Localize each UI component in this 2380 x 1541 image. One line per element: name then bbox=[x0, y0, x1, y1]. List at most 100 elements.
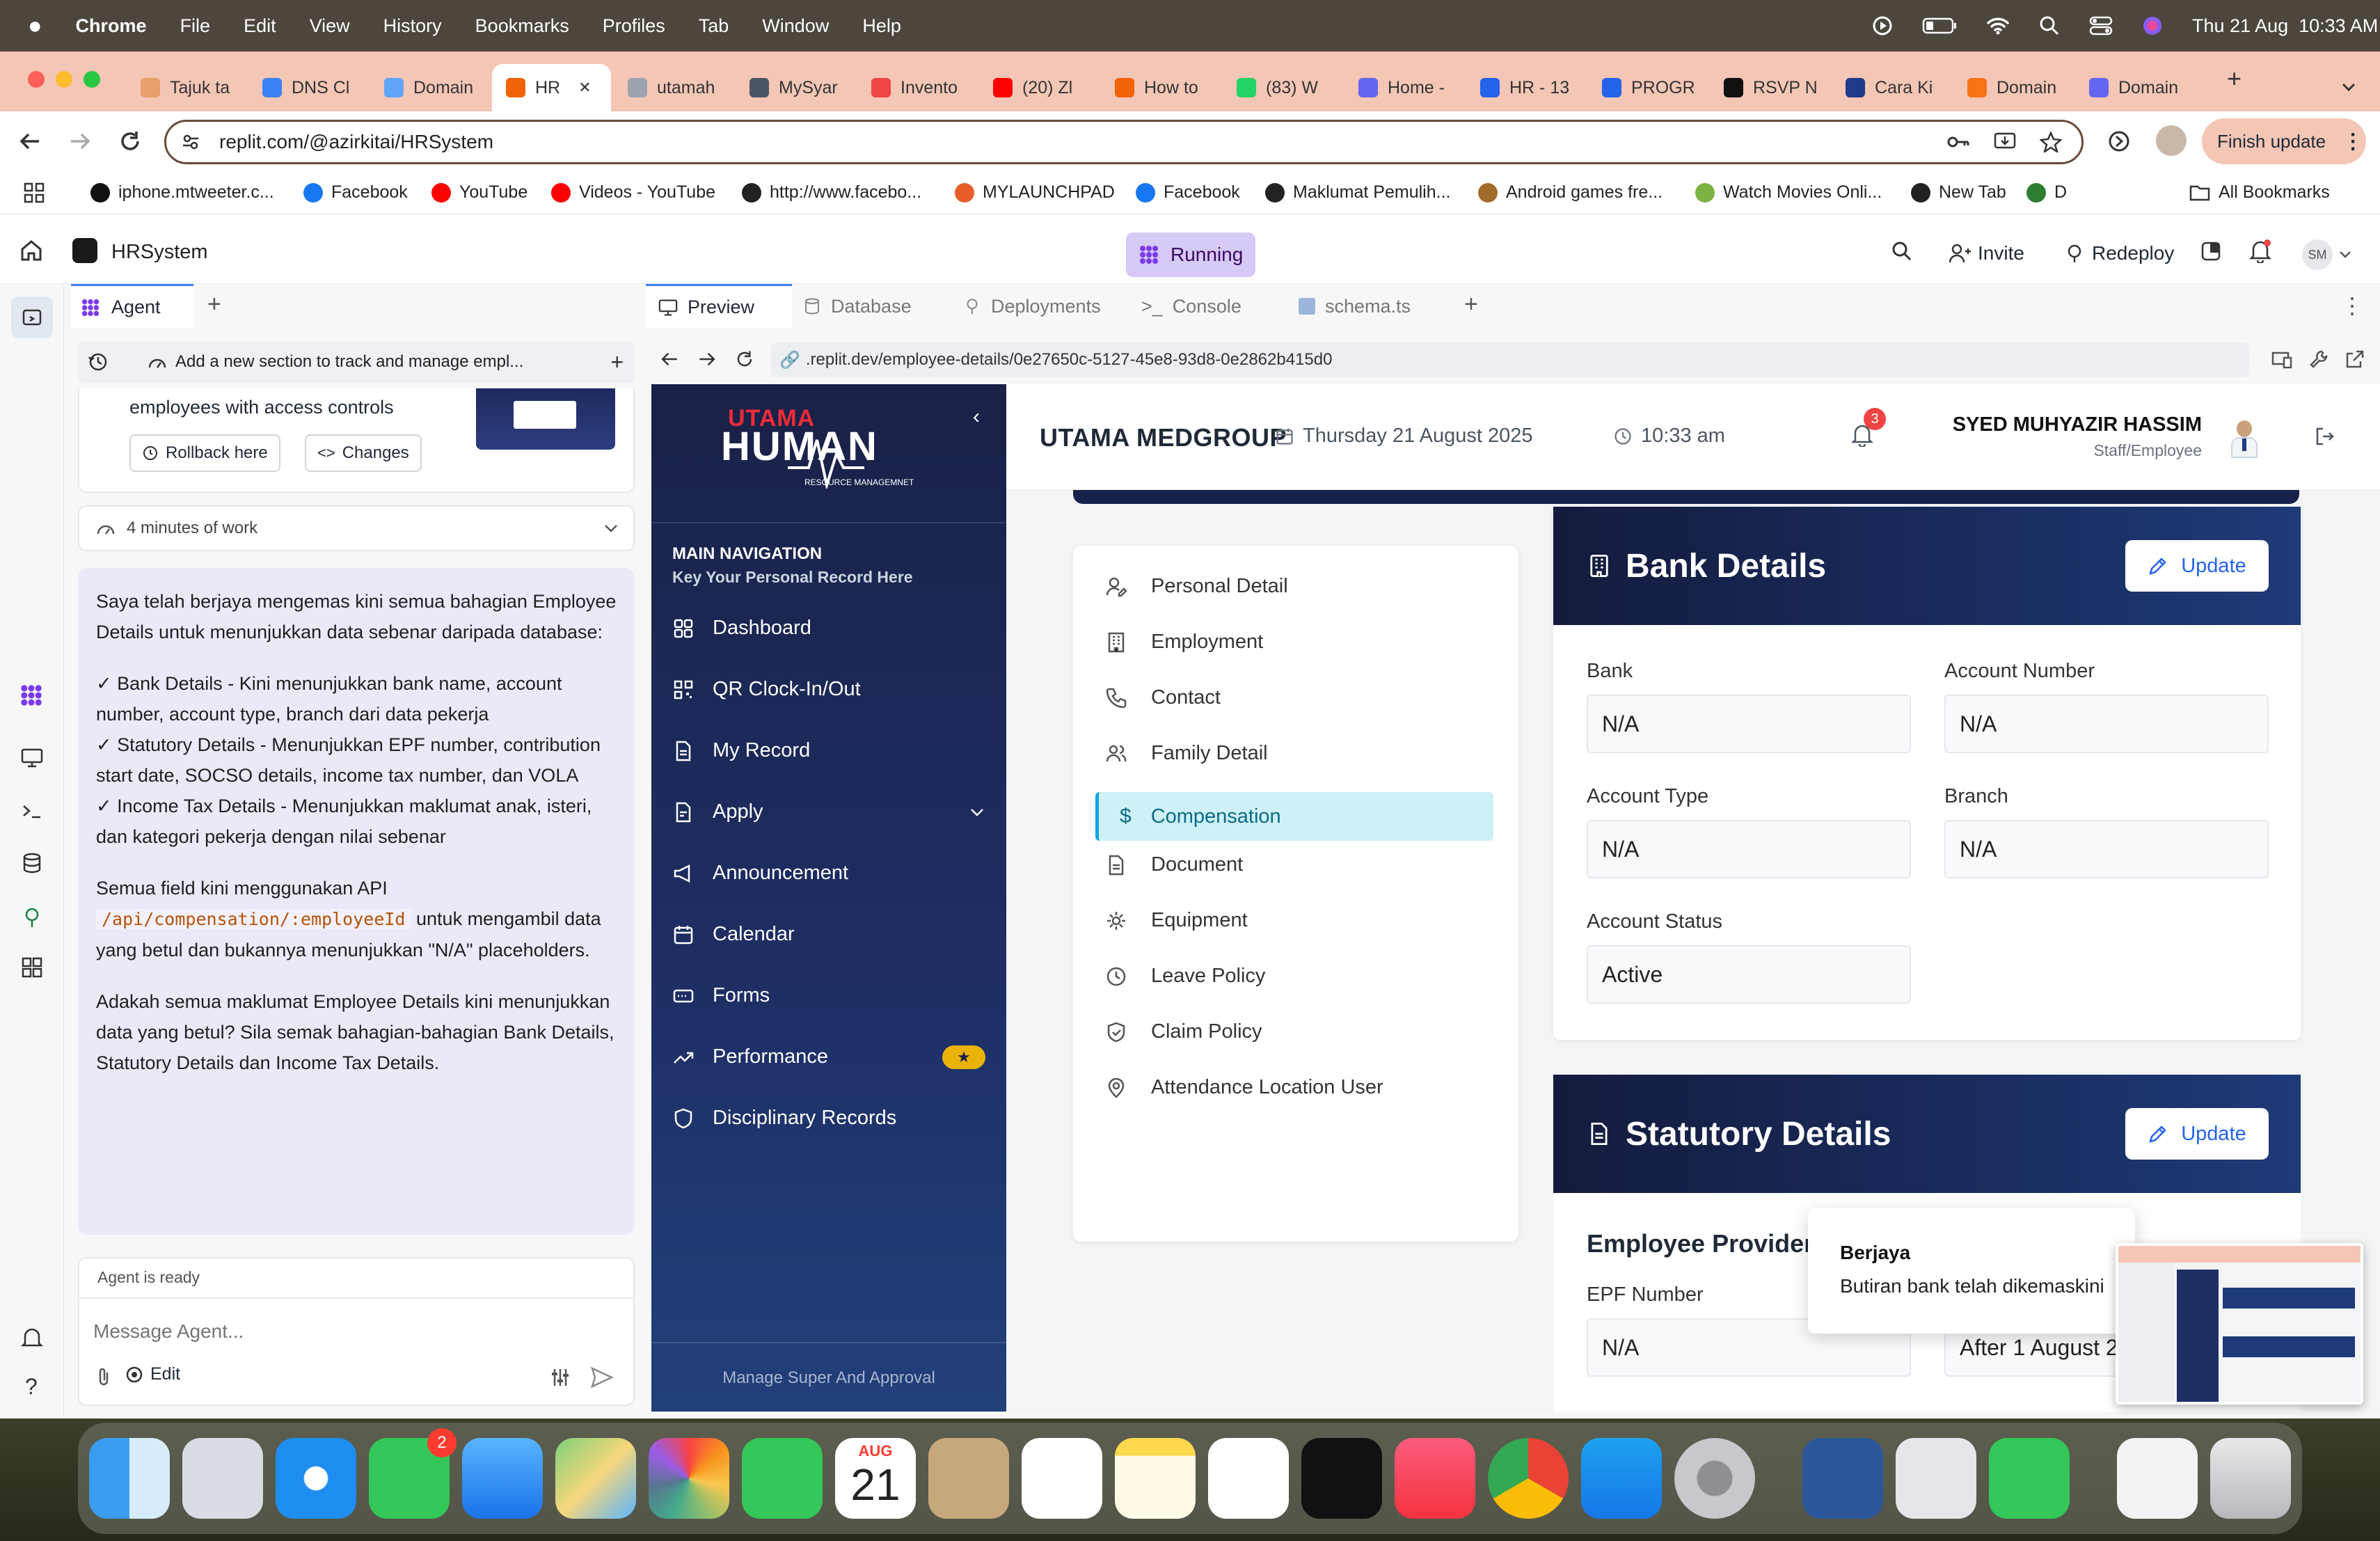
statutory-update-button[interactable]: Update bbox=[2125, 1108, 2269, 1160]
nav-announcement[interactable]: Announcement bbox=[672, 862, 848, 885]
all-bookmarks-folder[interactable]: All Bookmarks bbox=[2189, 182, 2330, 203]
extensions-icon[interactable] bbox=[2107, 129, 2131, 153]
photos-icon[interactable] bbox=[649, 1438, 729, 1519]
menu-attendance-location[interactable]: Attendance Location User bbox=[1105, 1076, 1383, 1099]
control-center-icon[interactable] bbox=[2089, 15, 2113, 36]
redeploy-button[interactable]: Redeploy bbox=[2053, 231, 2186, 276]
freeform-icon[interactable] bbox=[1208, 1438, 1289, 1519]
screenshot-thumbnail[interactable] bbox=[2116, 1243, 2363, 1405]
nav-disciplinary[interactable]: Disciplinary Records bbox=[672, 1107, 896, 1130]
word-icon[interactable] bbox=[1802, 1438, 1883, 1519]
hr-logo[interactable]: UTAMA HUMAN RESOURCE MANAGEMNET bbox=[721, 405, 930, 496]
address-bar[interactable]: replit.com/@azirkitai/HRSystem bbox=[164, 120, 2084, 164]
menu-document[interactable]: Document bbox=[1105, 853, 1243, 876]
bookmark-item[interactable]: New Tab bbox=[1911, 182, 2006, 203]
task-title[interactable]: Add a new section to track and manage em… bbox=[175, 352, 523, 372]
address-bar-url[interactable]: replit.com/@azirkitai/HRSystem bbox=[219, 131, 493, 153]
help-icon[interactable]: ? bbox=[25, 1374, 38, 1400]
profile-avatar[interactable] bbox=[2156, 125, 2187, 156]
chrome-icon[interactable] bbox=[1488, 1438, 1569, 1519]
bookmark-item[interactable]: MYLAUNCHPAD bbox=[955, 182, 1115, 203]
apple-icon[interactable]: ● bbox=[28, 13, 42, 40]
user-avatar-image[interactable] bbox=[2227, 419, 2262, 458]
edit-mode-button[interactable]: Edit bbox=[125, 1364, 180, 1384]
password-key-icon[interactable] bbox=[1946, 132, 1970, 152]
project-logo[interactable] bbox=[72, 238, 97, 263]
bookmark-item[interactable]: YouTube bbox=[431, 182, 527, 203]
browser-tab[interactable]: Home - bbox=[1344, 64, 1463, 111]
devtools-wrench-icon[interactable] bbox=[2309, 349, 2329, 369]
home-icon[interactable] bbox=[19, 239, 43, 262]
new-tab-button[interactable]: + bbox=[2227, 64, 2242, 93]
account-type-field[interactable]: N/A bbox=[1587, 820, 1911, 878]
menu-file[interactable]: File bbox=[180, 15, 211, 37]
site-info-icon[interactable] bbox=[180, 132, 201, 152]
browser-tab[interactable]: Invento bbox=[857, 64, 976, 111]
facetime-icon[interactable] bbox=[742, 1438, 823, 1519]
browser-tab[interactable]: utamah bbox=[614, 64, 733, 111]
menu-app-name[interactable]: Chrome bbox=[76, 15, 147, 37]
menu-tab[interactable]: Tab bbox=[699, 15, 729, 37]
trash-icon[interactable] bbox=[2210, 1438, 2291, 1519]
settings-sliders-icon[interactable] bbox=[550, 1367, 571, 1388]
browser-tab[interactable]: Tajuk ta bbox=[127, 64, 246, 111]
play-circle-icon[interactable] bbox=[1872, 15, 1893, 36]
device-toggle-icon[interactable] bbox=[2271, 351, 2292, 369]
console-icon[interactable] bbox=[21, 800, 43, 821]
menu-bookmarks[interactable]: Bookmarks bbox=[475, 15, 569, 37]
music-icon[interactable] bbox=[1395, 1438, 1475, 1519]
attach-paperclip-icon[interactable] bbox=[95, 1367, 113, 1388]
add-pane-tab-button[interactable]: + bbox=[1464, 291, 1478, 318]
browser-tab[interactable]: DNS Cl bbox=[248, 64, 367, 111]
preview-back-icon[interactable] bbox=[660, 349, 679, 369]
zoom-window-button[interactable] bbox=[84, 71, 100, 88]
bookmark-item[interactable]: Videos - YouTube bbox=[551, 182, 715, 203]
downloads-stack-icon[interactable] bbox=[2117, 1438, 2198, 1519]
file-tree-toggle[interactable] bbox=[11, 297, 53, 338]
alerts-icon[interactable] bbox=[21, 1327, 43, 1349]
preview-icon[interactable] bbox=[21, 748, 43, 768]
menu-contact[interactable]: Contact bbox=[1105, 686, 1221, 709]
agent-icon[interactable] bbox=[19, 683, 43, 707]
sidebar-collapse-icon[interactable]: ‹ bbox=[973, 405, 980, 429]
deployments-icon[interactable] bbox=[21, 906, 43, 928]
numbers-icon[interactable] bbox=[1989, 1438, 2070, 1519]
browser-tab[interactable]: Domain bbox=[2075, 64, 2194, 111]
browser-tab[interactable]: MySyar bbox=[736, 64, 855, 111]
finder-icon[interactable] bbox=[89, 1438, 170, 1519]
menu-family-detail[interactable]: Family Detail bbox=[1105, 742, 1268, 765]
all-tools-icon[interactable] bbox=[21, 956, 43, 979]
menu-view[interactable]: View bbox=[310, 15, 350, 37]
work-summary-dropdown[interactable]: 4 minutes of work bbox=[78, 505, 635, 551]
project-name[interactable]: HRSystem bbox=[111, 241, 208, 264]
iphone-mirroring-icon[interactable] bbox=[1896, 1438, 1976, 1519]
browser-tab[interactable]: Cara Ki bbox=[1832, 64, 1951, 111]
tab-database[interactable]: Database bbox=[803, 284, 912, 329]
contacts-icon[interactable] bbox=[928, 1438, 1009, 1519]
branch-field[interactable]: N/A bbox=[1944, 820, 2269, 878]
open-new-window-icon[interactable] bbox=[2345, 349, 2365, 369]
menu-equipment[interactable]: Equipment bbox=[1105, 909, 1248, 932]
menubar-clock[interactable]: Thu 21 Aug 10:33 AM bbox=[2192, 15, 2378, 37]
battery-icon[interactable] bbox=[1922, 17, 1957, 35]
bookmark-item[interactable]: iphone.mtweeter.c... bbox=[90, 182, 274, 203]
checkpoint-thumbnail[interactable] bbox=[476, 388, 615, 450]
success-toast[interactable]: Berjaya Butiran bank telah dikemaskini bbox=[1808, 1208, 2135, 1334]
bookmark-item[interactable]: Maklumat Pemulih... bbox=[1265, 182, 1450, 203]
bookmark-item[interactable]: Watch Movies Onli... bbox=[1695, 182, 1882, 203]
logout-icon[interactable] bbox=[2315, 426, 2335, 447]
wifi-icon[interactable] bbox=[1986, 16, 2010, 35]
message-agent-input[interactable] bbox=[93, 1314, 608, 1349]
rollback-button[interactable]: Rollback here bbox=[129, 434, 280, 472]
siri-icon[interactable] bbox=[2142, 15, 2163, 36]
bookmark-item[interactable]: Facebook bbox=[1136, 182, 1240, 203]
browser-tab[interactable]: RSVP N bbox=[1710, 64, 1829, 111]
nav-calendar[interactable]: Calendar bbox=[672, 923, 795, 946]
account-status-field[interactable]: Active bbox=[1587, 945, 1911, 1004]
tab-search-chevron-icon[interactable] bbox=[2340, 78, 2358, 96]
tab-deployments[interactable]: Deployments bbox=[963, 284, 1101, 329]
app-store-icon[interactable] bbox=[1581, 1438, 1662, 1519]
install-app-icon[interactable] bbox=[1994, 132, 2016, 152]
browser-tab[interactable]: Domain bbox=[1953, 64, 2072, 111]
nav-apply[interactable]: Apply bbox=[672, 800, 985, 823]
